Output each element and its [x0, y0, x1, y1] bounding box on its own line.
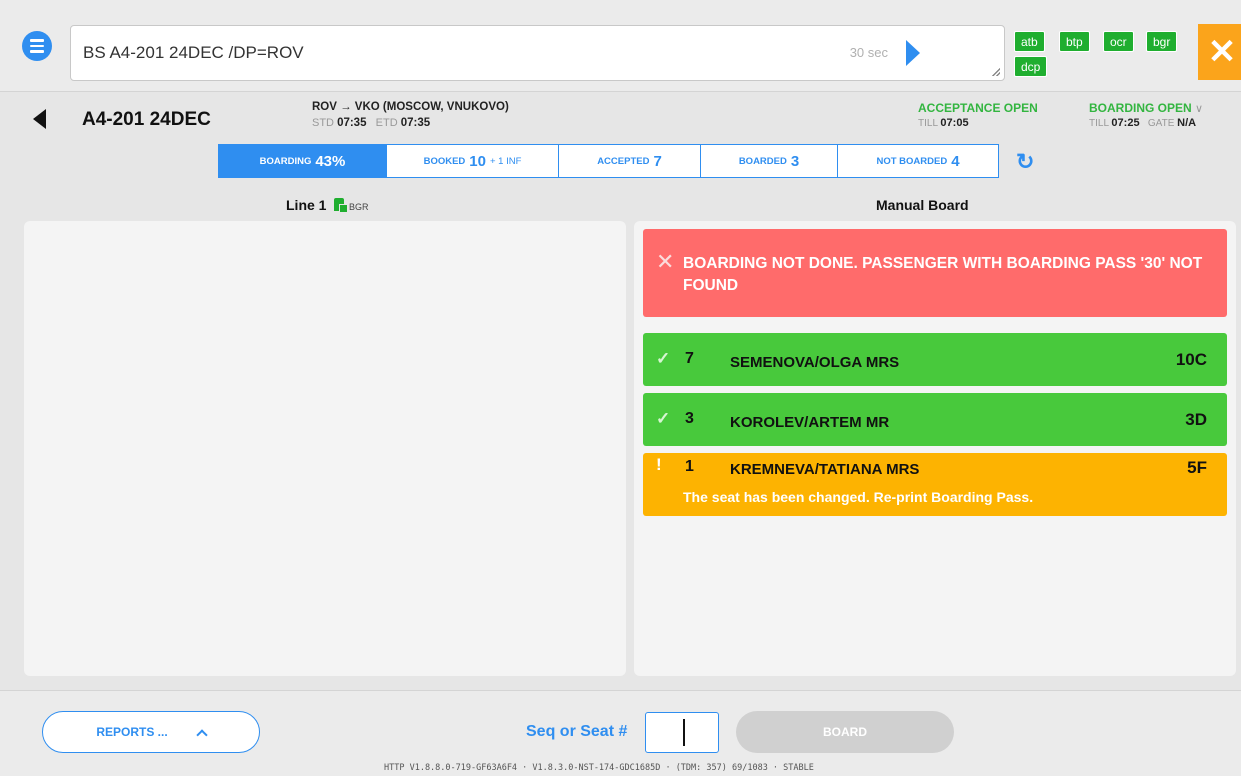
tab-booked[interactable]: BOOKED 10 + 1 INF	[387, 145, 559, 177]
execute-arrow-icon[interactable]	[906, 40, 920, 66]
boarded-label: BOARDED	[738, 155, 787, 167]
acceptance-till: TILL 07:05	[918, 117, 969, 129]
passenger-name: KREMNEVA/TATIANA MRS	[730, 461, 920, 478]
menu-icon-line	[30, 44, 44, 48]
boarding-status-label: BOARDING OPEN	[1089, 101, 1192, 115]
chevron-up-icon	[196, 728, 208, 741]
std-value: 07:35	[337, 117, 367, 129]
back-arrow-icon[interactable]	[33, 109, 46, 129]
tab-not-boarded[interactable]: NOT BOARDED 4	[838, 145, 998, 177]
command-text[interactable]: BS A4-201 24DEC /DP=ROV	[83, 43, 304, 63]
acceptance-till-value: 07:05	[940, 117, 969, 129]
boarding-till-label: TILL	[1089, 118, 1109, 129]
chevron-down-icon: ∨	[1195, 103, 1204, 115]
passenger-seq: 1	[685, 458, 694, 475]
seq-seat-input[interactable]	[645, 712, 719, 753]
boarding-till-value: 07:25	[1111, 117, 1140, 129]
tab-boarded[interactable]: BOARDED 3	[701, 145, 838, 177]
quick-button-dcp[interactable]: dcp	[1014, 56, 1048, 77]
boarded-value: 3	[790, 152, 800, 170]
manual-board-title: Manual Board	[876, 197, 969, 213]
booked-value: 10	[469, 152, 486, 170]
quick-button-bgr[interactable]: bgr	[1146, 31, 1178, 52]
boarding-till: TILL 07:25 GATE N/A	[1089, 117, 1196, 129]
resize-grip-icon[interactable]	[992, 68, 1000, 76]
error-message: BOARDING NOT DONE. PASSENGER WITH BOARDI…	[683, 255, 1203, 294]
passenger-row[interactable]: ✓ 7 SEMENOVA/OLGA MRS 10C	[643, 333, 1227, 386]
passenger-note: The seat has been changed. Re-print Boar…	[683, 489, 1034, 505]
passenger-seat: 3D	[1185, 410, 1207, 429]
text-cursor	[683, 719, 685, 746]
reports-label: REPORTS ...	[96, 725, 168, 739]
flight-route: ROV → VKO (MOSCOW, VNUKOVO)	[312, 101, 509, 113]
passenger-seq: 3	[685, 410, 694, 427]
warning-icon: !	[656, 455, 662, 474]
tab-boarding[interactable]: BOARDING 43%	[219, 145, 387, 177]
boarding-status-dropdown[interactable]: BOARDING OPEN ∨	[1089, 101, 1203, 115]
passenger-seat: 10C	[1175, 350, 1207, 369]
accepted-value: 7	[653, 152, 662, 170]
passenger-name: SEMENOVA/OLGA MRS	[730, 354, 900, 371]
menu-icon-line	[30, 39, 44, 42]
gate-value: N/A	[1177, 117, 1197, 129]
boarding-value: 43%	[315, 152, 346, 170]
accepted-label: ACCEPTED	[597, 155, 650, 167]
menu-button[interactable]	[22, 31, 52, 61]
flight-times: STD 07:35 ETD 07:35	[312, 117, 430, 129]
std-label: STD	[312, 117, 334, 129]
passenger-row[interactable]: ! 1 KREMNEVA/TATIANA MRS 5F The seat has…	[643, 453, 1227, 516]
error-message-card: ✕ BOARDING NOT DONE. PASSENGER WITH BOAR…	[643, 229, 1227, 317]
quick-button-ocr[interactable]: ocr	[1103, 31, 1134, 52]
line-tag: BGR	[349, 202, 369, 212]
passenger-row[interactable]: ✓ 3 KOROLEV/ARTEM MR 3D	[643, 393, 1227, 446]
stats-tabs: BOARDING 43% BOOKED 10 + 1 INF ACCEPTED …	[218, 144, 999, 178]
seq-seat-label: Seq or Seat #	[526, 723, 628, 740]
close-button[interactable]: ✕	[1198, 24, 1241, 80]
version-info: HTTP V1.8.8.0-719-GF63A6F4 · V1.8.3.0-NS…	[384, 763, 814, 773]
passenger-seat: 5F	[1187, 458, 1207, 477]
etd-label: ETD	[375, 117, 398, 129]
line-panel	[24, 221, 626, 676]
error-x-icon: ✕	[656, 249, 675, 274]
booked-infant: + 1 INF	[489, 155, 522, 167]
quick-button-atb[interactable]: atb	[1014, 31, 1045, 52]
not-boarded-value: 4	[951, 152, 960, 170]
line-label: Line 1	[286, 197, 327, 213]
reports-button[interactable]: REPORTS ...	[42, 711, 260, 753]
quick-button-btp[interactable]: btp	[1059, 31, 1090, 52]
acceptance-status[interactable]: ACCEPTANCE OPEN	[918, 101, 1038, 115]
menu-icon-line	[30, 50, 44, 53]
gate-label: GATE	[1147, 118, 1175, 129]
check-icon: ✓	[656, 409, 671, 428]
command-timer: 30 sec	[849, 45, 888, 60]
check-icon: ✓	[656, 349, 671, 368]
etd-value: 07:35	[400, 117, 431, 129]
board-button[interactable]: BOARD	[736, 711, 954, 753]
flight-id: A4-201 24DEC	[82, 109, 211, 130]
bgr-gate-icon	[334, 198, 348, 213]
refresh-icon[interactable]: ↻	[1016, 149, 1034, 175]
passenger-name: KOROLEV/ARTEM MR	[730, 414, 890, 431]
booked-label: BOOKED	[423, 155, 466, 167]
command-input[interactable]: BS A4-201 24DEC /DP=ROV 30 sec	[70, 25, 1005, 81]
acceptance-till-label: TILL	[918, 118, 938, 129]
close-icon: ✕	[1207, 33, 1237, 71]
boarding-label: BOARDING	[259, 155, 312, 167]
not-boarded-label: NOT BOARDED	[876, 155, 948, 167]
tab-accepted[interactable]: ACCEPTED 7	[559, 145, 701, 177]
passenger-seq: 7	[685, 350, 694, 367]
